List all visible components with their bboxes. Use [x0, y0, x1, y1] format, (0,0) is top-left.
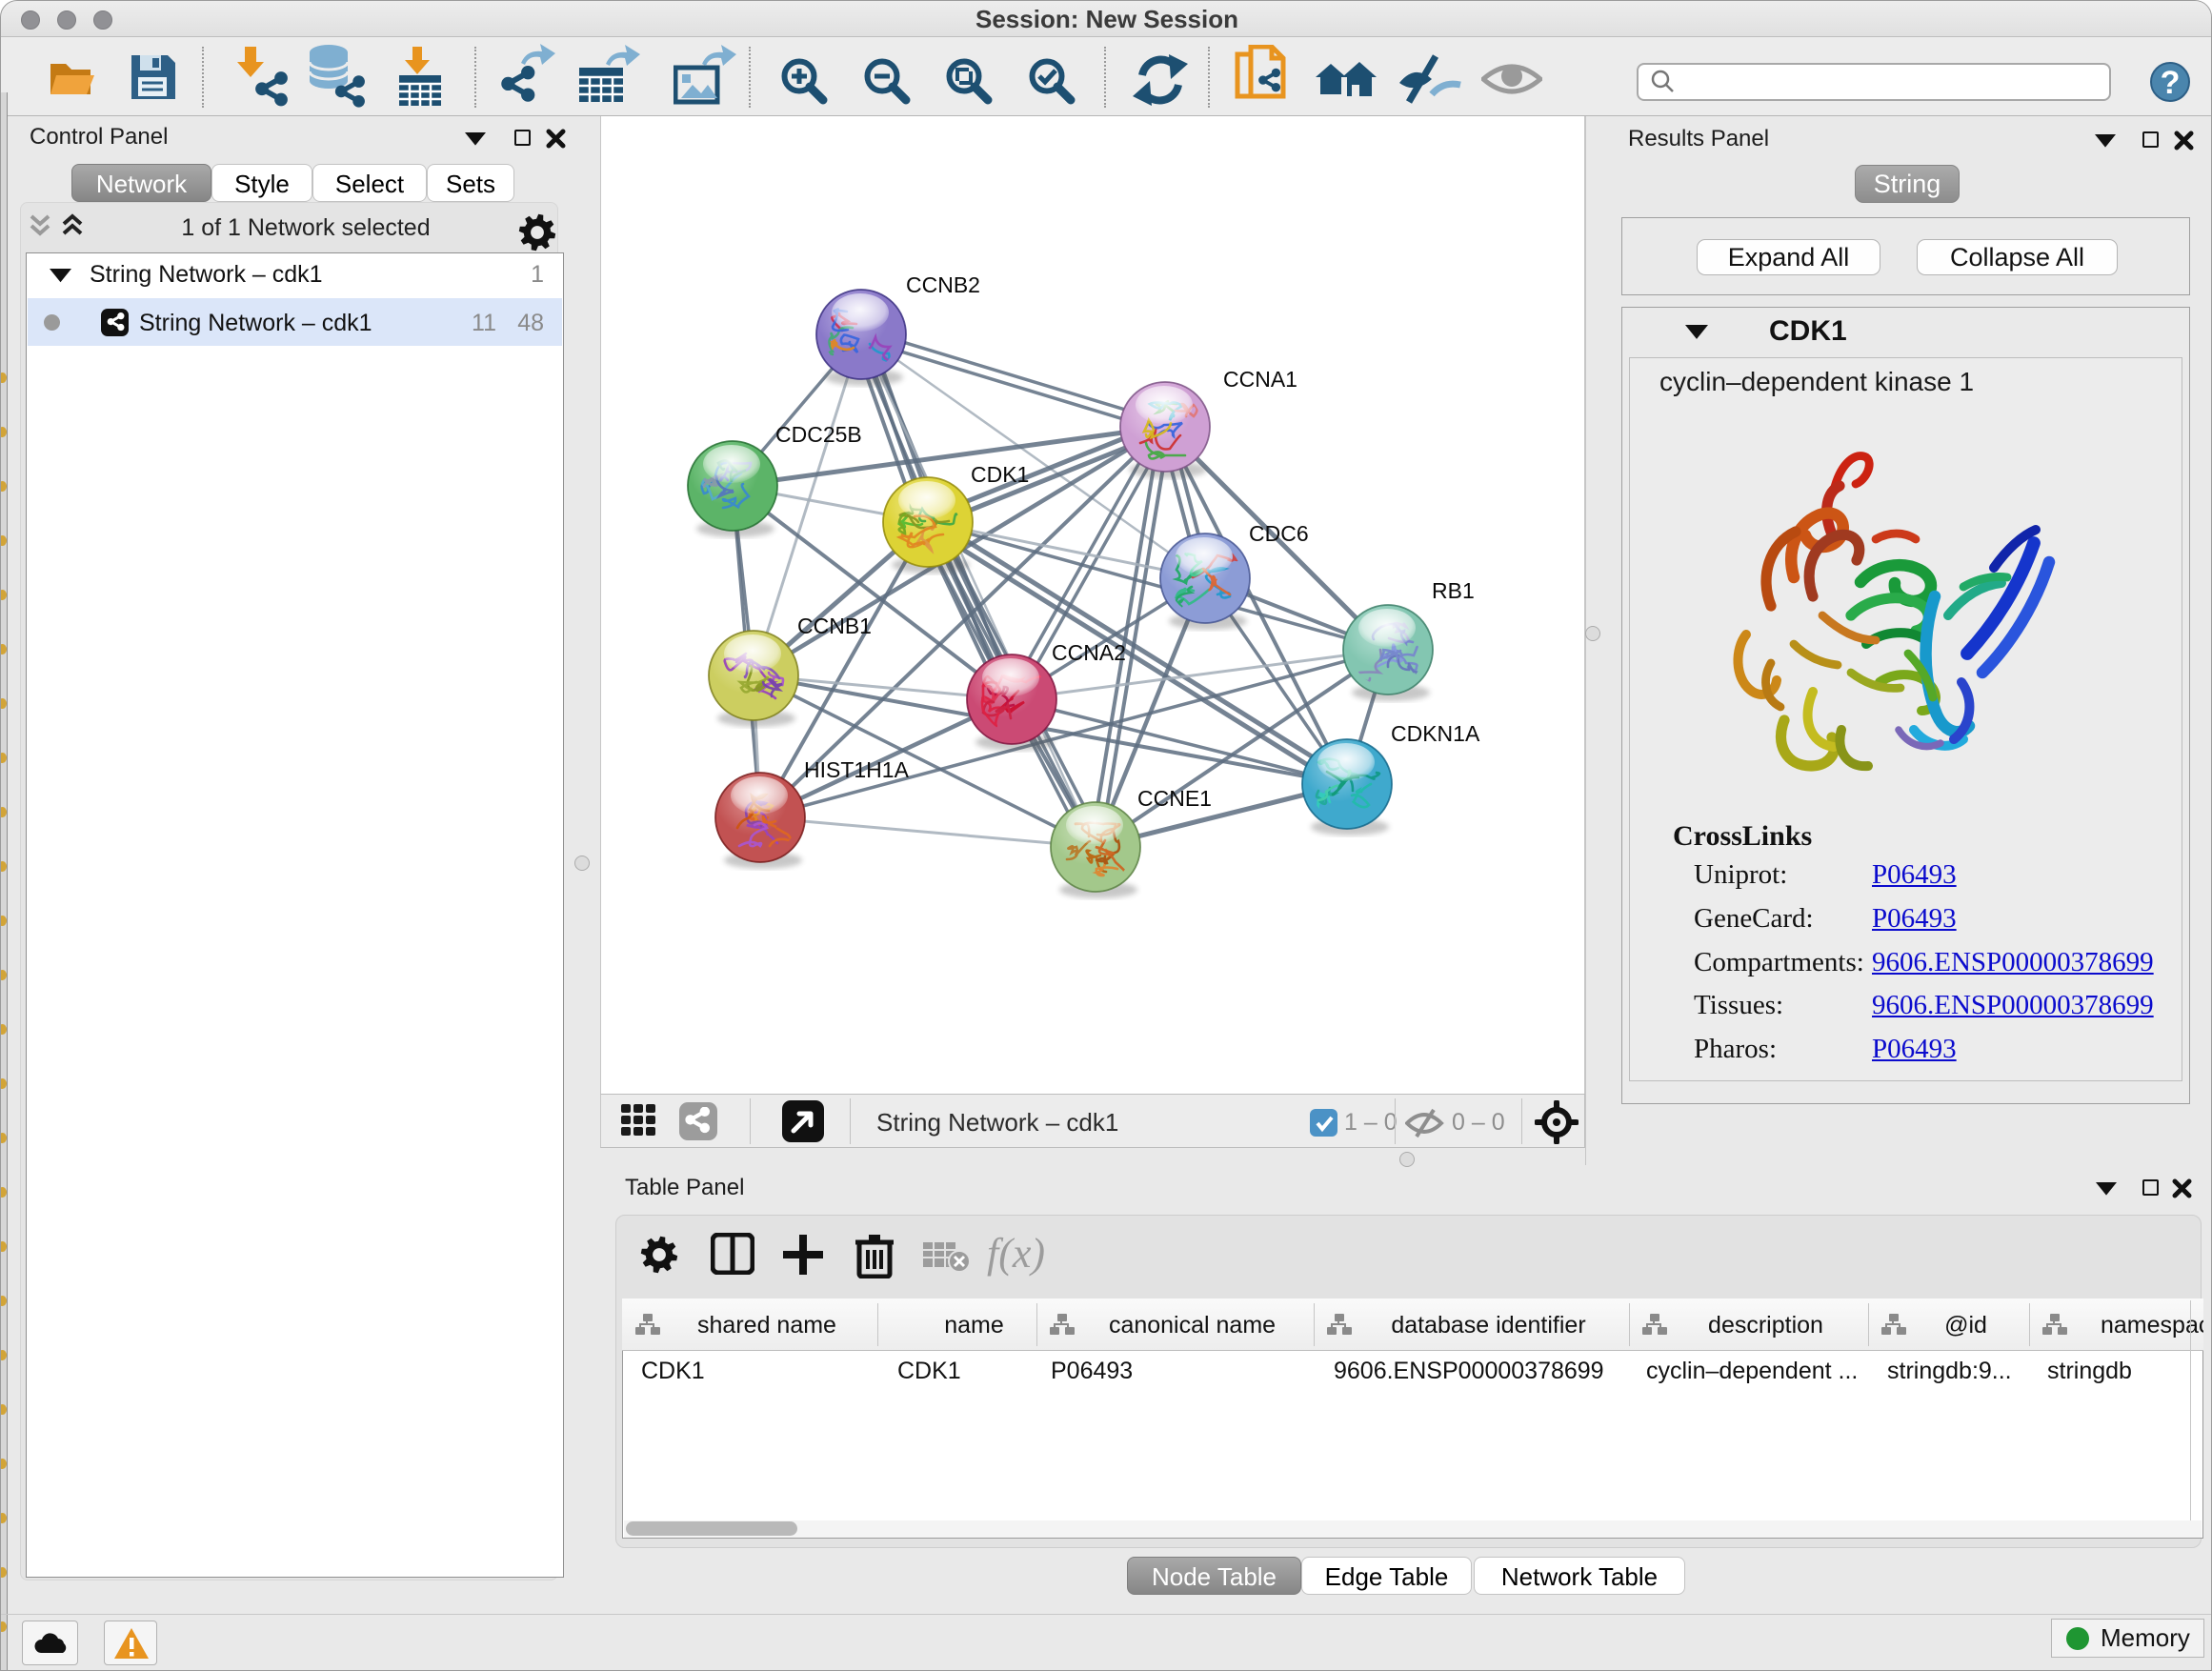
svg-text:?: ? [2161, 65, 2181, 101]
svg-text:CDC25B: CDC25B [775, 422, 862, 447]
svg-text:CDKN1A: CDKN1A [1391, 721, 1480, 746]
svg-text:CCNB1: CCNB1 [797, 614, 872, 638]
svg-text:CCNE1: CCNE1 [1137, 786, 1212, 811]
svg-text:CCNB2: CCNB2 [906, 272, 980, 297]
svg-text:CCNA1: CCNA1 [1223, 367, 1297, 392]
svg-text:CCNA2: CCNA2 [1052, 640, 1126, 665]
svg-text:HIST1H1A: HIST1H1A [804, 757, 910, 782]
svg-text:CDK1: CDK1 [971, 462, 1029, 487]
svg-text:RB1: RB1 [1432, 578, 1475, 603]
svg-text:CDC6: CDC6 [1249, 521, 1309, 546]
